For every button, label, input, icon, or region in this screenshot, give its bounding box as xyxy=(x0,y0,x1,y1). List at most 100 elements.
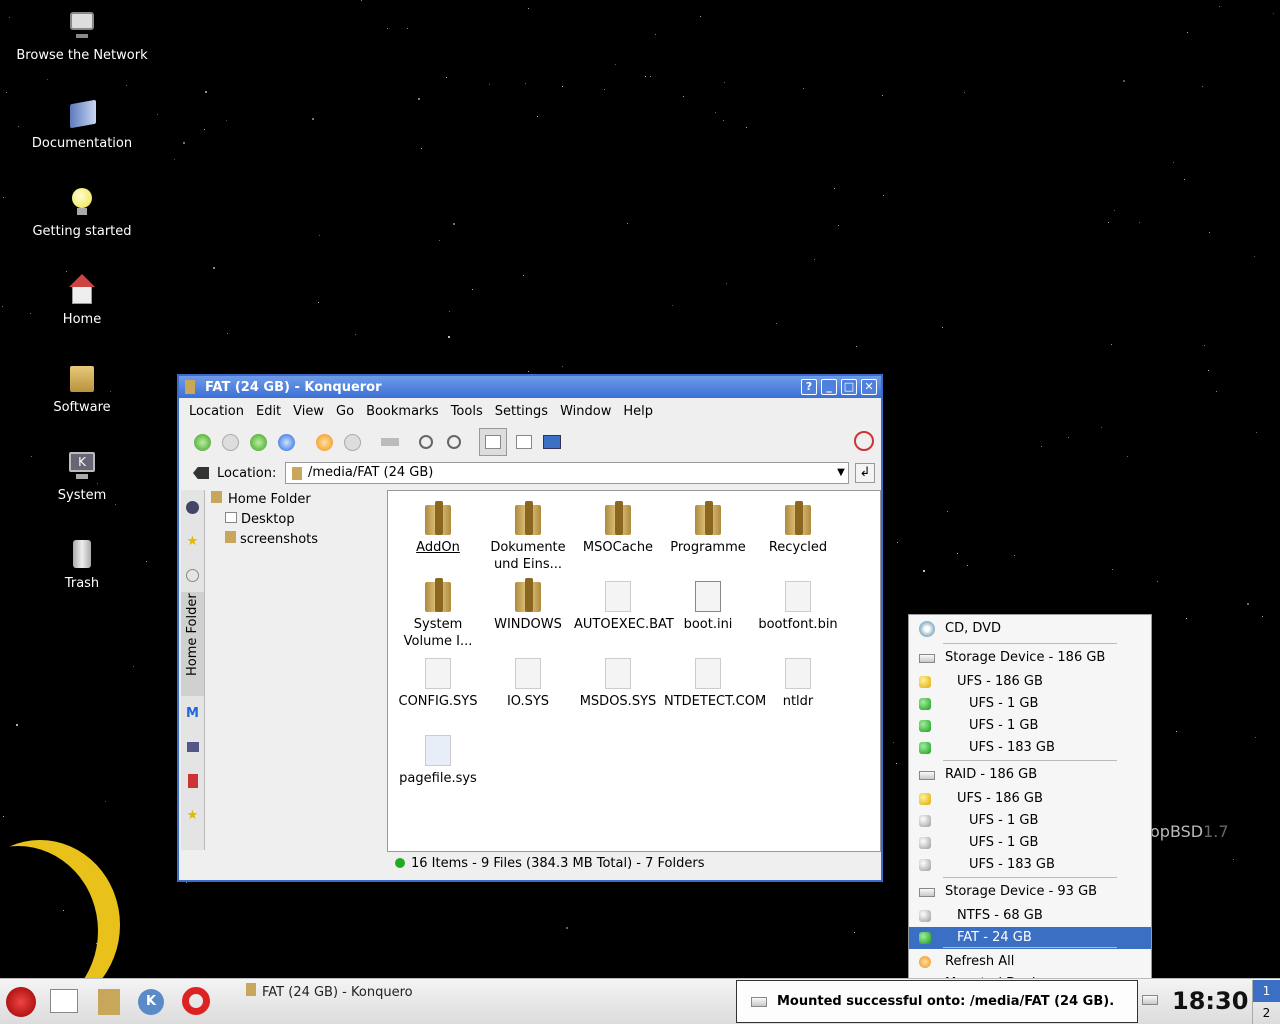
desktop-icon-getting-started[interactable]: Getting started xyxy=(7,186,157,239)
star-icon: ★ xyxy=(186,807,199,823)
tree-item-home-folder[interactable]: Home Folder xyxy=(207,490,382,510)
file-item[interactable]: boot.ini xyxy=(664,578,752,633)
menu-item-fat-24-gb[interactable]: FAT - 24 GB xyxy=(909,927,1151,949)
zoom-out-icon[interactable] xyxy=(443,431,465,453)
menu-item-ufs-183-gb[interactable]: UFS - 183 GB xyxy=(909,737,1151,759)
clear-location-icon[interactable] xyxy=(193,467,209,479)
window-titlebar[interactable]: FAT (24 GB) - Konqueror ? _ □ ✕ xyxy=(179,376,881,398)
location-dropdown-button[interactable]: ▼ xyxy=(833,463,849,483)
menu-item-ufs-186-gb[interactable]: UFS - 186 GB xyxy=(909,788,1151,810)
desktop-icon[interactable] xyxy=(50,987,80,1017)
start-menu-button[interactable] xyxy=(6,987,36,1017)
home-icon[interactable] xyxy=(275,431,297,453)
back-icon[interactable] xyxy=(191,431,213,453)
menu-item-ufs-1-gb[interactable]: UFS - 1 GB xyxy=(909,715,1151,737)
file-view[interactable]: AddOn Dokumente und Eins... MSOCache Pro… xyxy=(387,490,881,852)
help-button[interactable]: ? xyxy=(801,379,817,395)
go-button[interactable]: ↲ xyxy=(855,463,875,483)
desktop-icon-network[interactable]: Browse the Network xyxy=(7,10,157,63)
pager-desktop-1[interactable]: 1 xyxy=(1253,980,1280,1002)
file-item[interactable]: IO.SYS xyxy=(484,655,572,710)
up-icon[interactable] xyxy=(247,431,269,453)
star-dot xyxy=(834,188,835,189)
sidebar-tab-devices[interactable] xyxy=(181,764,204,798)
menu-item-ntfs-68-gb[interactable]: NTFS - 68 GB xyxy=(909,905,1151,927)
menu-item-raid-186-gb[interactable]: RAID - 186 GB xyxy=(909,764,1151,786)
desktop-icon-documentation[interactable]: Documentation xyxy=(7,98,157,151)
desktop-icon-trash[interactable]: Trash xyxy=(7,538,157,591)
file-item[interactable]: WINDOWS xyxy=(484,578,572,633)
sidebar-tab-network[interactable] xyxy=(181,490,204,524)
notification-popup[interactable]: Mounted successful onto: /media/FAT (24 … xyxy=(736,980,1138,1023)
reload-icon[interactable] xyxy=(313,431,335,453)
zoom-in-icon[interactable] xyxy=(415,431,437,453)
pager-desktop-2[interactable]: 2 xyxy=(1253,1002,1280,1024)
sidebar-tab-bookmarks[interactable]: ★ xyxy=(181,524,204,558)
file-item[interactable]: MSDOS.SYS xyxy=(574,655,662,710)
menu-item-storage-device-186-gb[interactable]: Storage Device - 186 GB xyxy=(909,647,1151,669)
menu-item-ufs-183-gb[interactable]: UFS - 183 GB xyxy=(909,854,1151,876)
file-item[interactable]: System Volume I... xyxy=(394,578,482,650)
desktop-icon-software[interactable]: Software xyxy=(7,362,157,415)
menu-item-ufs-1-gb[interactable]: UFS - 1 GB xyxy=(909,810,1151,832)
file-item[interactable]: ntldr xyxy=(754,655,842,710)
desktop-icon-system[interactable]: K System xyxy=(7,450,157,503)
menu-tools[interactable]: Tools xyxy=(445,404,489,419)
file-item[interactable]: Programme xyxy=(664,501,752,556)
close-button[interactable]: ✕ xyxy=(861,379,877,395)
menu-view[interactable]: View xyxy=(287,404,330,419)
file-item[interactable]: MSOCache xyxy=(574,501,662,556)
tree-item-desktop[interactable]: Desktop xyxy=(207,510,382,530)
file-item[interactable]: AddOn xyxy=(394,501,482,556)
sidebar-tab-favorites[interactable]: ★ xyxy=(181,798,204,832)
menu-go[interactable]: Go xyxy=(330,404,360,419)
menu-help[interactable]: Help xyxy=(617,404,659,419)
menu-item-ufs-1-gb[interactable]: UFS - 1 GB xyxy=(909,693,1151,715)
preview-icon[interactable] xyxy=(541,431,563,453)
desktop-icon-home[interactable]: Home xyxy=(7,274,157,327)
star-dot xyxy=(205,91,207,93)
sidebar-tab-history[interactable] xyxy=(181,558,204,592)
star-dot xyxy=(724,82,725,83)
menu-edit[interactable]: Edit xyxy=(250,404,287,419)
location-input[interactable]: /media/FAT (24 GB) xyxy=(285,462,849,484)
menu-item-ufs-1-gb[interactable]: UFS - 1 GB xyxy=(909,832,1151,854)
star-dot xyxy=(856,346,857,347)
file-item[interactable]: bootfont.bin xyxy=(754,578,842,633)
menu-item-cd-dvd[interactable]: CD, DVD xyxy=(909,618,1151,640)
sidebar-tab-services[interactable] xyxy=(181,730,204,764)
sidebar-tab-home-folder[interactable]: Home Folder xyxy=(181,592,204,696)
forward-icon[interactable] xyxy=(219,431,241,453)
tray-drive-icon[interactable] xyxy=(1142,995,1158,1005)
menu-settings[interactable]: Settings xyxy=(489,404,554,419)
menu-item-storage-device-93-gb[interactable]: Storage Device - 93 GB xyxy=(909,881,1151,903)
star-dot xyxy=(715,112,716,113)
menu-window[interactable]: Window xyxy=(554,404,617,419)
home-icon[interactable] xyxy=(94,987,124,1017)
star-dot xyxy=(1273,13,1274,14)
green-gem-icon xyxy=(919,742,931,754)
sidebar-tab-media[interactable]: M xyxy=(181,696,204,730)
menu-item-refresh-all[interactable]: Refresh All xyxy=(909,951,1151,973)
icon-view-icon[interactable] xyxy=(479,428,507,456)
stop-icon[interactable] xyxy=(341,431,363,453)
menu-bookmarks[interactable]: Bookmarks xyxy=(360,404,445,419)
menu-item-ufs-186-gb[interactable]: UFS - 186 GB xyxy=(909,671,1151,693)
file-item[interactable]: Recycled xyxy=(754,501,842,556)
tree-item-screenshots[interactable]: screenshots xyxy=(207,530,382,550)
maximize-button[interactable]: □ xyxy=(841,379,857,395)
clock[interactable]: 18:30 xyxy=(1172,987,1248,1015)
minimize-button[interactable]: _ xyxy=(821,379,837,395)
detail-view-icon[interactable] xyxy=(513,431,535,453)
file-item[interactable]: Dokumente und Eins... xyxy=(484,501,572,573)
taskbar-task-konqueror[interactable]: FAT (24 GB) - Konquero xyxy=(246,983,413,1000)
menu-location[interactable]: Location xyxy=(183,404,250,419)
print-icon[interactable] xyxy=(379,431,401,453)
file-item[interactable]: pagefile.sys xyxy=(394,732,482,787)
help-lifebuoy-icon[interactable] xyxy=(182,987,212,1017)
green-gem-icon xyxy=(919,720,931,732)
file-item[interactable]: NTDETECT.COM xyxy=(664,655,766,710)
file-item[interactable]: AUTOEXEC.BAT xyxy=(574,578,674,633)
file-item[interactable]: CONFIG.SYS xyxy=(394,655,482,710)
kde-icon[interactable]: K xyxy=(138,987,168,1017)
